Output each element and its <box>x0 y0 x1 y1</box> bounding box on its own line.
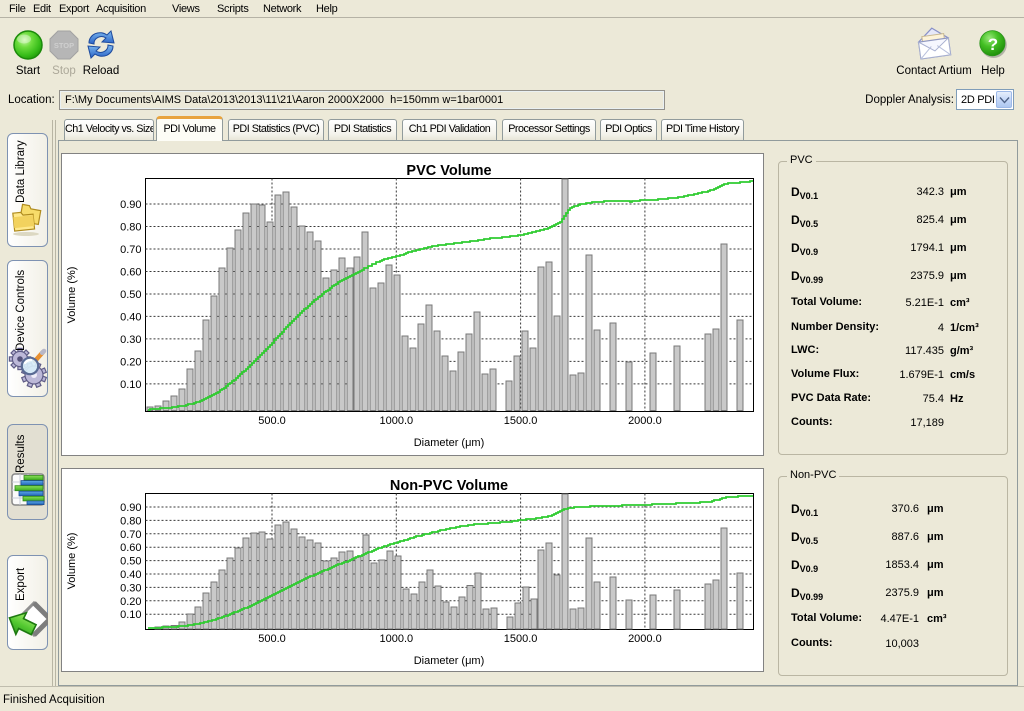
svg-text:500.0: 500.0 <box>258 633 286 645</box>
svg-text:0.40: 0.40 <box>120 311 141 323</box>
svg-text:0.20: 0.20 <box>120 356 141 368</box>
svg-text:STOP: STOP <box>54 41 74 50</box>
svg-text:PVC Volume: PVC Volume <box>406 163 491 179</box>
svg-text:Diameter (μm): Diameter (μm) <box>414 437 485 449</box>
svg-text:500.0: 500.0 <box>258 415 286 427</box>
svg-text:0.90: 0.90 <box>120 199 141 211</box>
svg-text:0.10: 0.10 <box>120 609 141 621</box>
svg-text:0.50: 0.50 <box>120 556 141 568</box>
svg-text:0.80: 0.80 <box>120 515 141 527</box>
svg-text:0.40: 0.40 <box>120 569 141 581</box>
svg-text:1500.0: 1500.0 <box>504 415 538 427</box>
svg-text:Volume (%): Volume (%) <box>66 533 78 590</box>
svg-text:0.70: 0.70 <box>120 529 141 541</box>
svg-text:2000.0: 2000.0 <box>628 415 662 427</box>
svg-text:0.20: 0.20 <box>120 596 141 608</box>
svg-text:?: ? <box>988 35 998 54</box>
svg-text:0.60: 0.60 <box>120 267 141 279</box>
svg-text:0.90: 0.90 <box>120 502 141 514</box>
svg-text:0.30: 0.30 <box>120 582 141 594</box>
svg-text:0.80: 0.80 <box>120 222 141 234</box>
svg-text:0.50: 0.50 <box>120 289 141 301</box>
svg-text:1500.0: 1500.0 <box>504 633 538 645</box>
svg-text:0.30: 0.30 <box>120 334 141 346</box>
svg-text:0.70: 0.70 <box>120 244 141 256</box>
svg-text:Diameter (μm): Diameter (μm) <box>414 655 485 667</box>
svg-text:0.60: 0.60 <box>120 542 141 554</box>
svg-text:2000.0: 2000.0 <box>628 633 662 645</box>
svg-text:Non-PVC Volume: Non-PVC Volume <box>390 478 508 494</box>
svg-text:1000.0: 1000.0 <box>379 415 413 427</box>
svg-text:0.10: 0.10 <box>120 379 141 391</box>
svg-text:Volume (%): Volume (%) <box>66 267 78 324</box>
svg-text:1000.0: 1000.0 <box>379 633 413 645</box>
